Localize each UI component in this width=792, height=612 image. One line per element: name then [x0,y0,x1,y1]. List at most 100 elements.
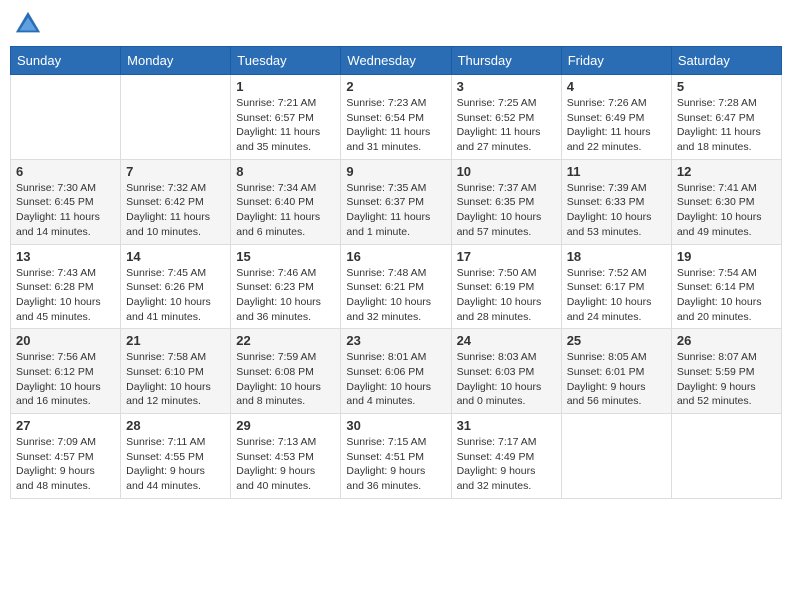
logo-icon [14,10,42,38]
calendar-day-cell: 8Sunrise: 7:34 AM Sunset: 6:40 PM Daylig… [231,159,341,244]
calendar-day-cell [121,75,231,160]
calendar-header-row: SundayMondayTuesdayWednesdayThursdayFrid… [11,47,782,75]
day-number: 10 [457,164,556,179]
calendar-day-cell: 22Sunrise: 7:59 AM Sunset: 6:08 PM Dayli… [231,329,341,414]
day-info-text: Sunrise: 7:46 AM Sunset: 6:23 PM Dayligh… [236,266,335,325]
calendar-day-cell: 26 Sunrise: 8:07 AM Sunset: 5:59 PM Dayli… [671,329,781,414]
day-of-week-header: Friday [561,47,671,75]
calendar-day-cell: 13 Sunrise: 7:43 AM Sunset: 6:28 PM Dayli… [11,244,121,329]
calendar-day-cell: 30 Sunrise: 7:15 AM Sunset: 4:51 PM Dayli… [341,414,451,499]
calendar-day-cell: 27 Sunrise: 7:09 AM Sunset: 4:57 PM Dayli… [11,414,121,499]
day-info-text: Sunrise: 7:17 AM Sunset: 4:49 PM Dayligh… [457,435,556,494]
day-info-text: Sunrise: 7:59 AM Sunset: 6:08 PM Dayligh… [236,350,335,409]
calendar-day-cell: 28 Sunrise: 7:11 AM Sunset: 4:55 PM Dayli… [121,414,231,499]
calendar-day-cell: 3 Sunrise: 7:25 AM Sunset: 6:52 PM Daylig… [451,75,561,160]
calendar-day-cell: 19Sunrise: 7:54 AM Sunset: 6:14 PM Dayli… [671,244,781,329]
day-info-text: Sunrise: 7:28 AM Sunset: 6:47 PM Dayligh… [677,96,776,155]
day-info-text: Sunrise: 7:25 AM Sunset: 6:52 PM Dayligh… [457,96,556,155]
day-number: 26 [677,333,776,348]
day-info-text: Sunrise: 7:43 AM Sunset: 6:28 PM Dayligh… [16,266,115,325]
calendar-day-cell: 15 Sunrise: 7:46 AM Sunset: 6:23 PM Dayli… [231,244,341,329]
calendar-day-cell: 18Sunrise: 7:52 AM Sunset: 6:17 PM Dayli… [561,244,671,329]
day-info-text: Sunrise: 8:07 AM Sunset: 5:59 PM Dayligh… [677,350,776,409]
calendar-day-cell: 4 Sunrise: 7:26 AM Sunset: 6:49 PM Daylig… [561,75,671,160]
calendar-day-cell: 11 Sunrise: 7:39 AM Sunset: 6:33 PM Dayli… [561,159,671,244]
calendar-day-cell [11,75,121,160]
day-info-text: Sunrise: 8:05 AM Sunset: 6:01 PM Dayligh… [567,350,666,409]
day-number: 7 [126,164,225,179]
day-info-text: Sunrise: 7:50 AM Sunset: 6:19 PM Dayligh… [457,266,556,325]
day-number: 16 [346,249,445,264]
day-number: 30 [346,418,445,433]
calendar-day-cell: 31Sunrise: 7:17 AM Sunset: 4:49 PM Dayli… [451,414,561,499]
day-info-text: Sunrise: 7:32 AM Sunset: 6:42 PM Dayligh… [126,181,225,240]
calendar-day-cell: 6 Sunrise: 7:30 AM Sunset: 6:45 PM Daylig… [11,159,121,244]
calendar-day-cell: 2Sunrise: 7:23 AM Sunset: 6:54 PM Daylig… [341,75,451,160]
day-info-text: Sunrise: 7:39 AM Sunset: 6:33 PM Dayligh… [567,181,666,240]
calendar-day-cell: 17 Sunrise: 7:50 AM Sunset: 6:19 PM Dayli… [451,244,561,329]
day-of-week-header: Thursday [451,47,561,75]
day-number: 13 [16,249,115,264]
calendar-day-cell: 10 Sunrise: 7:37 AM Sunset: 6:35 PM Dayli… [451,159,561,244]
calendar-day-cell: 16 Sunrise: 7:48 AM Sunset: 6:21 PM Dayli… [341,244,451,329]
day-info-text: Sunrise: 8:03 AM Sunset: 6:03 PM Dayligh… [457,350,556,409]
calendar-day-cell [671,414,781,499]
day-of-week-header: Wednesday [341,47,451,75]
day-info-text: Sunrise: 7:21 AM Sunset: 6:57 PM Dayligh… [236,96,335,155]
day-info-text: Sunrise: 7:23 AM Sunset: 6:54 PM Dayligh… [346,96,445,155]
day-number: 14 [126,249,225,264]
calendar-day-cell: 12 Sunrise: 7:41 AM Sunset: 6:30 PM Dayli… [671,159,781,244]
calendar-day-cell: 14 Sunrise: 7:45 AM Sunset: 6:26 PM Dayli… [121,244,231,329]
day-of-week-header: Tuesday [231,47,341,75]
day-number: 18 [567,249,666,264]
day-number: 11 [567,164,666,179]
day-number: 23 [346,333,445,348]
day-number: 17 [457,249,556,264]
day-of-week-header: Monday [121,47,231,75]
day-info-text: Sunrise: 7:15 AM Sunset: 4:51 PM Dayligh… [346,435,445,494]
day-number: 29 [236,418,335,433]
calendar-day-cell: 29 Sunrise: 7:13 AM Sunset: 4:53 PM Dayli… [231,414,341,499]
day-info-text: Sunrise: 7:56 AM Sunset: 6:12 PM Dayligh… [16,350,115,409]
day-of-week-header: Saturday [671,47,781,75]
day-number: 8 [236,164,335,179]
day-number: 15 [236,249,335,264]
day-info-text: Sunrise: 7:48 AM Sunset: 6:21 PM Dayligh… [346,266,445,325]
day-number: 6 [16,164,115,179]
day-info-text: Sunrise: 7:41 AM Sunset: 6:30 PM Dayligh… [677,181,776,240]
day-number: 28 [126,418,225,433]
day-number: 4 [567,79,666,94]
calendar-day-cell: 23Sunrise: 8:01 AM Sunset: 6:06 PM Dayli… [341,329,451,414]
day-number: 5 [677,79,776,94]
calendar-day-cell: 25 Sunrise: 8:05 AM Sunset: 6:01 PM Dayli… [561,329,671,414]
day-info-text: Sunrise: 7:35 AM Sunset: 6:37 PM Dayligh… [346,181,445,240]
day-number: 12 [677,164,776,179]
day-number: 1 [236,79,335,94]
day-number: 24 [457,333,556,348]
calendar-week-row: 20Sunrise: 7:56 AM Sunset: 6:12 PM Dayli… [11,329,782,414]
calendar-day-cell: 5 Sunrise: 7:28 AM Sunset: 6:47 PM Daylig… [671,75,781,160]
day-number: 3 [457,79,556,94]
calendar-day-cell: 21 Sunrise: 7:58 AM Sunset: 6:10 PM Dayli… [121,329,231,414]
day-info-text: Sunrise: 7:26 AM Sunset: 6:49 PM Dayligh… [567,96,666,155]
calendar-day-cell: 7 Sunrise: 7:32 AM Sunset: 6:42 PM Daylig… [121,159,231,244]
day-number: 27 [16,418,115,433]
day-info-text: Sunrise: 7:30 AM Sunset: 6:45 PM Dayligh… [16,181,115,240]
day-info-text: Sunrise: 7:13 AM Sunset: 4:53 PM Dayligh… [236,435,335,494]
day-of-week-header: Sunday [11,47,121,75]
day-info-text: Sunrise: 7:45 AM Sunset: 6:26 PM Dayligh… [126,266,225,325]
day-info-text: Sunrise: 7:37 AM Sunset: 6:35 PM Dayligh… [457,181,556,240]
calendar-week-row: 6 Sunrise: 7:30 AM Sunset: 6:45 PM Daylig… [11,159,782,244]
day-info-text: Sunrise: 7:58 AM Sunset: 6:10 PM Dayligh… [126,350,225,409]
day-number: 21 [126,333,225,348]
calendar-week-row: 1 Sunrise: 7:21 AM Sunset: 6:57 PM Daylig… [11,75,782,160]
day-info-text: Sunrise: 7:11 AM Sunset: 4:55 PM Dayligh… [126,435,225,494]
calendar-week-row: 13 Sunrise: 7:43 AM Sunset: 6:28 PM Dayli… [11,244,782,329]
day-info-text: Sunrise: 7:54 AM Sunset: 6:14 PM Dayligh… [677,266,776,325]
calendar-table: SundayMondayTuesdayWednesdayThursdayFrid… [10,46,782,499]
day-info-text: Sunrise: 7:09 AM Sunset: 4:57 PM Dayligh… [16,435,115,494]
page-header [10,10,782,38]
day-number: 25 [567,333,666,348]
calendar-day-cell: 1 Sunrise: 7:21 AM Sunset: 6:57 PM Daylig… [231,75,341,160]
calendar-week-row: 27 Sunrise: 7:09 AM Sunset: 4:57 PM Dayli… [11,414,782,499]
